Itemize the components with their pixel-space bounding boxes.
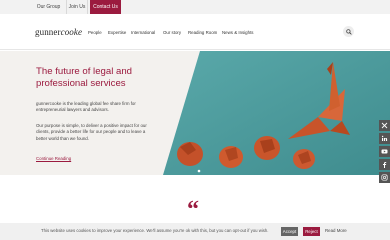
site-header: gunnercooke People Expertise Internation… [0,14,390,50]
hero-purpose-text: Our purpose is simple, to deliver a posi… [36,123,147,141]
logo-text-plain: gunner [35,27,61,37]
cookie-consent-bar: This website uses cookies to improve you… [0,223,390,240]
cookie-message: This website uses cookies to improve you… [41,228,269,233]
linkedin-icon [381,135,388,141]
our-group-link[interactable]: Our Group [35,0,62,14]
instagram-icon [381,174,388,181]
twitter-button[interactable] [379,120,390,131]
nav-item-news-insights[interactable]: News & Insights [222,30,253,35]
youtube-button[interactable] [379,146,390,157]
linkedin-button[interactable] [379,133,390,144]
quote-mark-icon: “ [187,197,199,223]
facebook-button[interactable] [379,159,390,170]
facebook-icon [383,162,387,168]
nav-item-expertise[interactable]: Expertise [108,30,126,35]
nav-item-international[interactable]: International [131,30,155,35]
read-more-link[interactable]: Read More [325,228,352,233]
top-utility-bar: Our Group Join Us Contact Us [0,0,390,14]
hero-title: The future of legal and professional ser… [36,66,133,89]
hero-section: The future of legal and professional ser… [0,51,390,175]
nav-item-our-story[interactable]: Our story [163,30,181,35]
join-us-link[interactable]: Join Us [66,0,88,14]
search-icon [345,28,352,35]
contact-us-button[interactable]: Contact Us [90,0,121,14]
search-button[interactable] [343,26,354,37]
reject-cookies-button[interactable]: Reject [303,227,320,236]
hero-intro-text: gunnercooke is the leading global fee sh… [36,101,136,113]
instagram-button[interactable] [379,172,390,183]
youtube-icon [381,149,388,154]
nav-item-people[interactable]: People [88,30,102,35]
gunnercooke-logo[interactable]: gunnercooke [35,27,82,37]
continue-reading-link[interactable]: Continue Reading [36,156,71,161]
logo-text-italic: cooke [60,27,83,37]
nav-item-reading-room[interactable]: Reading Room [188,30,217,35]
accept-cookies-button[interactable]: Accept [281,227,298,236]
twitter-icon [381,122,388,129]
